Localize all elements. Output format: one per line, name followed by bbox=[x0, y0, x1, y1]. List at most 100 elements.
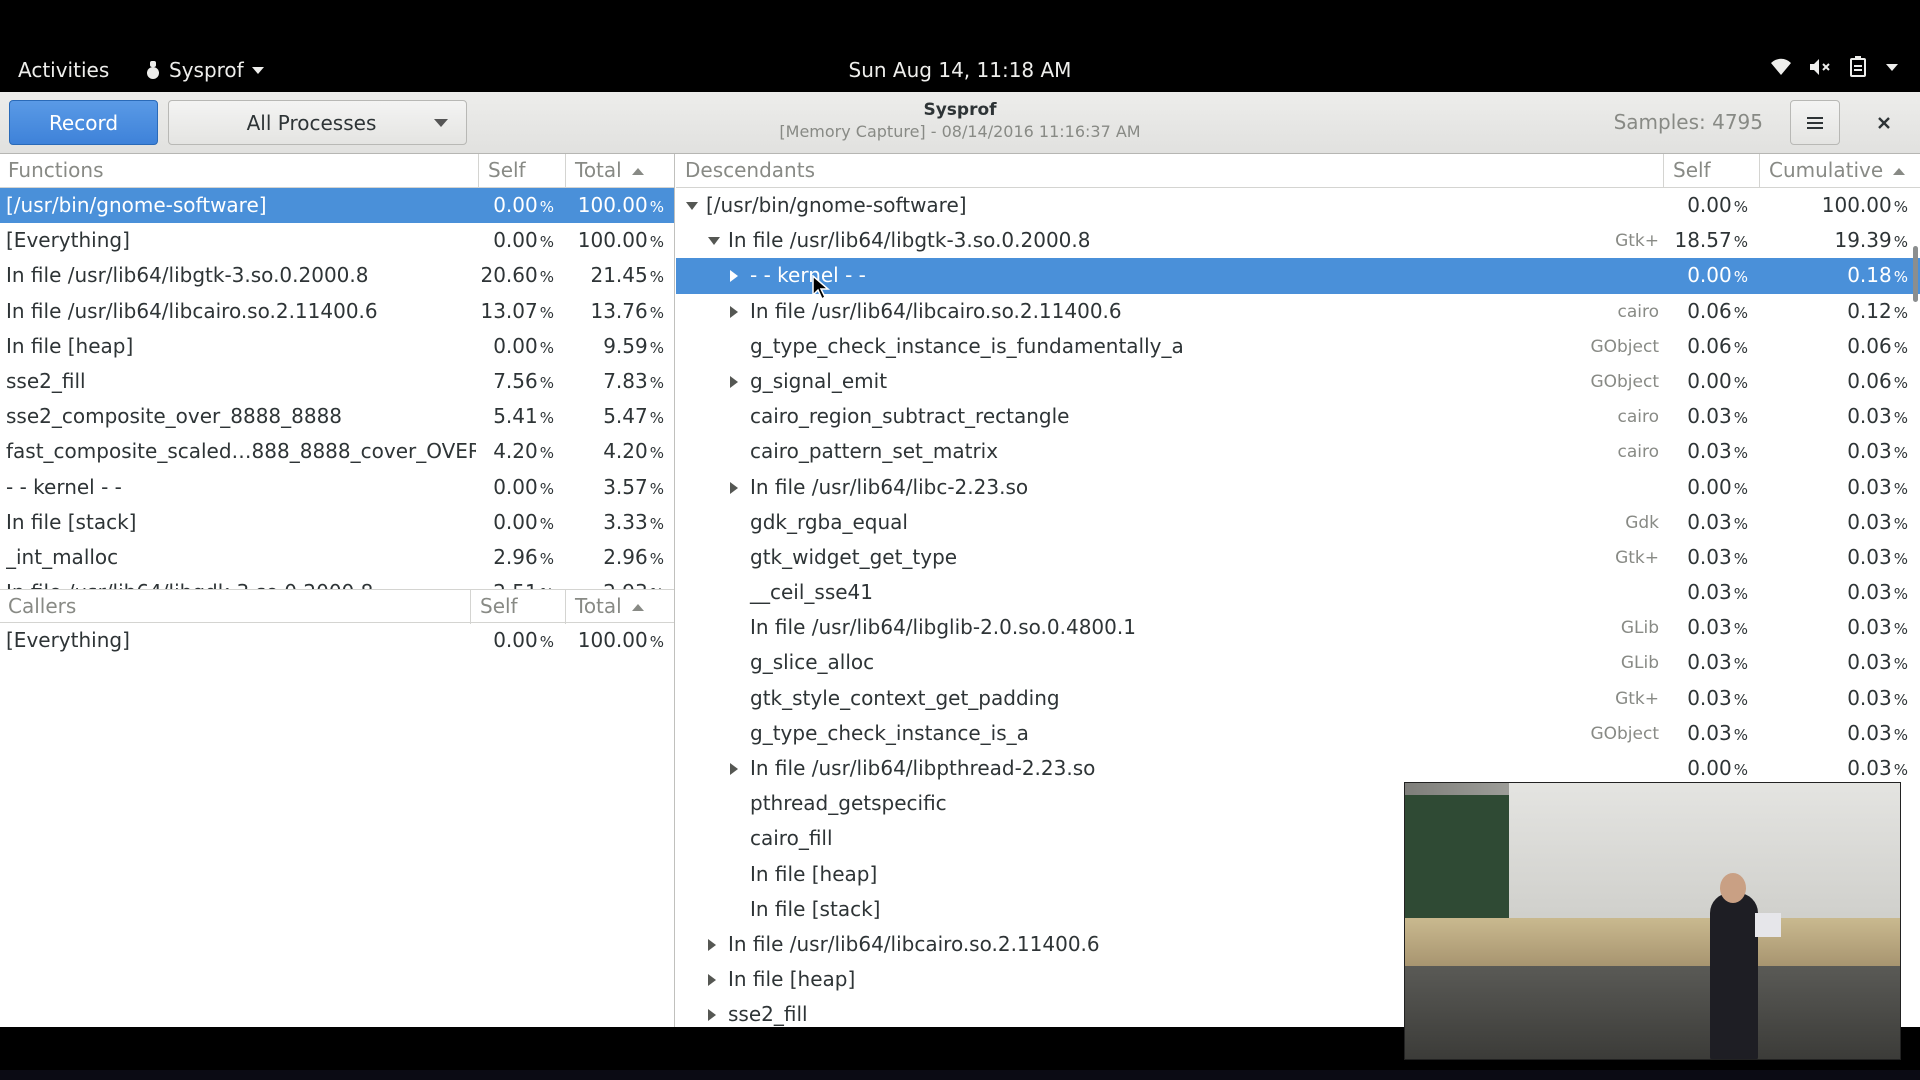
table-row[interactable]: In file [heap] 0.00% 9.59% bbox=[0, 329, 674, 364]
expander-collapsed-icon[interactable] bbox=[708, 974, 716, 987]
function-name: sse2_composite_over_8888_8888 bbox=[6, 404, 343, 429]
function-name: [Everything] bbox=[6, 628, 130, 652]
callers-self-header[interactable]: Self bbox=[480, 594, 518, 620]
self-percent: 2.51% bbox=[478, 580, 554, 589]
total-percent: 4.20% bbox=[560, 439, 664, 463]
tree-row[interactable]: In file /usr/lib64/libglib-2.0.so.0.4800… bbox=[676, 610, 1920, 645]
tree-row[interactable]: gtk_style_context_get_padding Gtk+ 0.03% 0.… bbox=[676, 681, 1920, 716]
self-percent: 0.00% bbox=[478, 193, 554, 217]
table-row[interactable]: In file [stack] 0.00% 3.33% bbox=[0, 505, 674, 540]
descendant-name: - - kernel - - bbox=[750, 263, 866, 288]
function-name: sse2_fill bbox=[6, 368, 86, 393]
callers-list[interactable]: [Everything] 0.00% 100.00% bbox=[0, 623, 674, 1027]
expander-expanded-icon[interactable] bbox=[686, 202, 698, 210]
close-button[interactable] bbox=[1864, 104, 1904, 142]
cumulative-percent: 19.39% bbox=[1786, 228, 1908, 252]
total-percent: 100.00% bbox=[560, 193, 664, 217]
percent-sign: % bbox=[539, 338, 554, 357]
percent-sign: % bbox=[1733, 268, 1748, 287]
total-percent: 2.93% bbox=[560, 580, 664, 589]
descendants-cumulative-header[interactable]: Cumulative bbox=[1769, 158, 1906, 184]
percent-sign: % bbox=[1893, 549, 1908, 568]
status-area[interactable] bbox=[1770, 56, 1898, 78]
table-row[interactable]: In file /usr/lib64/libgdk-3.so.0.2000.82… bbox=[0, 575, 674, 589]
expander-collapsed-icon[interactable] bbox=[730, 375, 738, 388]
tree-row[interactable]: __ceil_sse41 0.03% 0.03% bbox=[676, 575, 1920, 610]
table-row[interactable]: [/usr/bin/gnome-software] 0.00% 100.00% bbox=[0, 188, 674, 224]
tree-row[interactable]: cairo_region_subtract_rectangle cairo 0.03… bbox=[676, 399, 1920, 434]
table-row[interactable]: In file /usr/lib64/libgtk-3.so.0.2000.8 2… bbox=[0, 258, 674, 293]
table-row[interactable]: sse2_composite_over_8888_8888 5.41% 5.47% bbox=[0, 399, 674, 434]
self-percent-value: 0.00 bbox=[493, 474, 538, 499]
percent-sign: % bbox=[1733, 725, 1748, 744]
table-row[interactable]: _int_malloc 2.96% 2.96% bbox=[0, 540, 674, 575]
expander-expanded-icon[interactable] bbox=[708, 237, 720, 246]
clock[interactable]: Sun Aug 14, 11:18 AM bbox=[849, 58, 1072, 82]
self-percent-value: 0.00 bbox=[1687, 474, 1732, 499]
table-row[interactable]: fast_composite_scaled…888_8888_cover_OVE… bbox=[0, 434, 674, 469]
descendants-self-header[interactable]: Self bbox=[1673, 158, 1711, 184]
tree-row[interactable]: gtk_widget_get_type Gtk+ 0.03% 0.03% bbox=[676, 540, 1920, 575]
callers-total-header-label: Total bbox=[575, 594, 622, 618]
callers-total-header[interactable]: Total bbox=[575, 594, 644, 620]
percent-sign: % bbox=[1733, 444, 1748, 463]
cumulative-percent-value: 0.12 bbox=[1847, 298, 1892, 323]
library-name: cairo bbox=[1617, 407, 1659, 428]
descendants-scrollbar[interactable] bbox=[1913, 246, 1918, 302]
cumulative-percent-value: 100.00 bbox=[1821, 193, 1892, 217]
expander-collapsed-icon[interactable] bbox=[730, 305, 738, 318]
expander-collapsed-icon[interactable] bbox=[730, 763, 738, 775]
table-row[interactable]: [Everything] 0.00% 100.00% bbox=[0, 223, 674, 258]
self-percent-value: 0.00 bbox=[1687, 193, 1732, 217]
tree-row[interactable]: In file /usr/lib64/libcairo.so.2.11400.6… bbox=[676, 294, 1920, 329]
tree-row[interactable]: g_signal_emit GObject 0.00% 0.06% bbox=[676, 364, 1920, 399]
tree-row[interactable]: In file /usr/lib64/libc-2.23.so 0.00% 0.03… bbox=[676, 470, 1920, 505]
functions-pane: Functions Self Total [/usr/bin/gnome-sof… bbox=[0, 154, 675, 1027]
descendants-column-header[interactable]: Descendants bbox=[685, 158, 815, 184]
self-percent-value: 0.00 bbox=[493, 509, 538, 534]
activities-button[interactable]: Activities bbox=[18, 58, 109, 82]
total-percent-value: 100.00 bbox=[577, 193, 648, 217]
expander-collapsed-icon[interactable] bbox=[708, 938, 716, 951]
self-percent: 20.60% bbox=[478, 263, 554, 287]
tree-row[interactable]: In file /usr/lib64/libgtk-3.so.0.2000.8 G… bbox=[676, 223, 1920, 258]
tree-row[interactable]: g_type_check_instance_is_a GObject 0.03% 0.… bbox=[676, 716, 1920, 751]
process-selector[interactable]: All Processes bbox=[168, 100, 467, 145]
self-percent: 0.00% bbox=[1666, 756, 1748, 780]
self-percent: 4.20% bbox=[478, 439, 554, 463]
tree-row[interactable]: cairo_pattern_set_matrix cairo 0.03% 0.03% bbox=[676, 434, 1920, 469]
percent-sign: % bbox=[1893, 233, 1908, 252]
functions-list[interactable]: [/usr/bin/gnome-software] 0.00% 100.00% [Ev… bbox=[0, 188, 674, 589]
callers-column-header[interactable]: Callers bbox=[8, 594, 76, 620]
record-button[interactable]: Record bbox=[9, 100, 158, 145]
expander-collapsed-icon[interactable] bbox=[730, 481, 738, 494]
functions-self-header[interactable]: Self bbox=[488, 158, 526, 184]
table-row[interactable]: In file /usr/lib64/libcairo.so.2.11400.6… bbox=[0, 294, 674, 329]
table-row[interactable]: [Everything] 0.00% 100.00% bbox=[0, 623, 674, 658]
tree-row[interactable]: [/usr/bin/gnome-software] 0.00% 100.00% bbox=[676, 188, 1920, 223]
cumulative-percent-value: 0.18 bbox=[1847, 263, 1892, 288]
tree-row[interactable]: g_slice_alloc GLib 0.03% 0.03% bbox=[676, 645, 1920, 680]
cumulative-percent: 0.03% bbox=[1786, 475, 1908, 499]
cumulative-percent: 0.03% bbox=[1786, 686, 1908, 710]
self-percent: 0.03% bbox=[1666, 580, 1748, 604]
self-percent-value: 0.03 bbox=[1687, 720, 1732, 745]
functions-column-header[interactable]: Functions bbox=[8, 158, 104, 184]
percent-sign: % bbox=[649, 373, 664, 392]
tree-row[interactable]: In file /usr/lib64/libpthread-2.23.so 0.0… bbox=[676, 751, 1920, 786]
descendant-name: sse2_fill bbox=[728, 1002, 808, 1027]
tree-row[interactable]: g_type_check_instance_is_fundamentally_a… bbox=[676, 329, 1920, 364]
app-menu[interactable]: Sysprof bbox=[145, 58, 264, 82]
table-row[interactable]: - - kernel - -0.00% 3.57% bbox=[0, 470, 674, 505]
menu-button[interactable] bbox=[1790, 100, 1840, 145]
functions-total-header[interactable]: Total bbox=[575, 158, 644, 184]
cumulative-percent: 0.12% bbox=[1786, 299, 1908, 323]
expander-collapsed-icon[interactable] bbox=[730, 270, 738, 283]
tree-row[interactable]: - - kernel - -0.00% 0.18% bbox=[676, 258, 1920, 294]
total-percent-value: 9.59 bbox=[603, 333, 648, 358]
table-row[interactable]: sse2_fill 7.56% 7.83% bbox=[0, 364, 674, 399]
cumulative-percent: 0.03% bbox=[1786, 756, 1908, 780]
self-percent: 0.00% bbox=[1666, 193, 1748, 217]
tree-row[interactable]: gdk_rgba_equal Gdk 0.03% 0.03% bbox=[676, 505, 1920, 540]
expander-collapsed-icon[interactable] bbox=[708, 1009, 716, 1022]
